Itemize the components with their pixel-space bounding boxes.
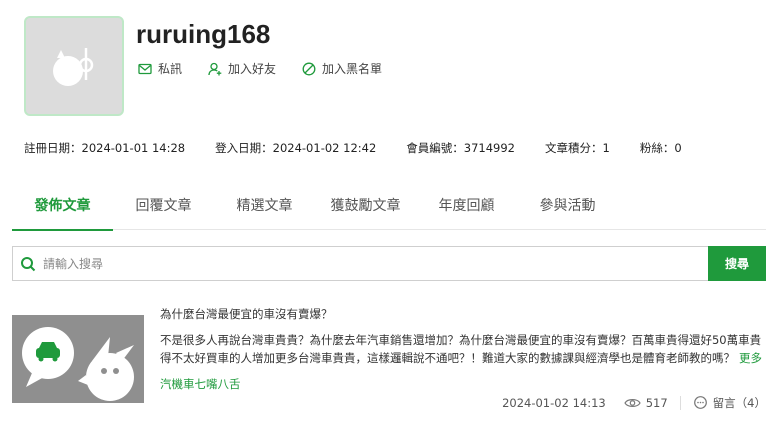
search-button[interactable]: 搜尋	[708, 246, 766, 281]
default-avatar-icon	[53, 48, 94, 86]
profile-stats: 註冊日期：2024-01-01 14:28 登入日期：2024-01-02 12…	[24, 140, 682, 156]
tab-encouraged-articles[interactable]: 獲鼓勵文章	[315, 190, 416, 229]
article-meta: 2024-01-02 14:13 517 留言（4）	[502, 395, 766, 411]
article-thumbnail[interactable]	[12, 315, 144, 403]
register-date: 註冊日期：2024-01-01 14:28	[24, 141, 186, 155]
tab-featured-articles[interactable]: 精選文章	[214, 190, 315, 229]
member-id: 會員編號：3714992	[406, 141, 515, 155]
search-icon	[13, 256, 43, 272]
eye-icon	[624, 399, 641, 407]
article-excerpt: 不是很多人再說台灣車貴貴？為什麼去年汽車銷售還增加？為什麼台灣最便宜的車沒有賣爆…	[160, 331, 768, 367]
article-date: 2024-01-02 14:13	[502, 396, 606, 410]
read-more-link[interactable]: 更多	[739, 351, 762, 365]
ban-icon	[302, 62, 316, 75]
blacklist-button[interactable]: 加入黑名單	[302, 60, 382, 77]
profile-actions: 私訊 加入好友 加入黑名單	[138, 60, 382, 77]
fans-count: 粉絲：0	[639, 141, 682, 155]
blacklist-label: 加入黑名單	[322, 62, 383, 76]
article-views: 517	[624, 396, 668, 410]
article-views-count: 517	[645, 396, 668, 410]
login-date: 登入日期：2024-01-02 12:42	[215, 141, 377, 155]
article-points: 文章積分：1	[545, 141, 610, 155]
search-input[interactable]	[43, 247, 708, 280]
user-plus-icon	[208, 62, 222, 75]
article-category-link[interactable]: 汽機車七嘴八舌	[160, 376, 241, 392]
send-message-label: 私訊	[158, 62, 183, 76]
envelope-icon	[138, 63, 152, 74]
article-comments-label: 留言（4）	[712, 396, 766, 410]
tab-replied-articles[interactable]: 回覆文章	[113, 190, 214, 229]
tab-published-articles[interactable]: 發佈文章	[12, 190, 113, 231]
add-friend-label: 加入好友	[228, 62, 277, 76]
add-friend-button[interactable]: 加入好友	[208, 60, 276, 77]
username: ruruing168	[136, 19, 271, 49]
send-message-button[interactable]: 私訊	[138, 60, 182, 77]
tab-annual-review[interactable]: 年度回顧	[416, 190, 517, 229]
search-bar: 搜尋	[12, 246, 766, 281]
avatar	[24, 16, 124, 116]
tab-activities[interactable]: 參與活動	[517, 190, 618, 229]
meta-divider	[679, 396, 681, 410]
article-excerpt-text: 不是很多人再說台灣車貴貴？為什麼去年汽車銷售還增加？為什麼台灣最便宜的車沒有賣爆…	[160, 333, 762, 365]
article-comments-link[interactable]: 留言（4）	[693, 395, 766, 411]
article-title-link[interactable]: 為什麼台灣最便宜的車沒有賣爆？	[160, 306, 333, 322]
profile-tabs: 發佈文章 回覆文章 精選文章 獲鼓勵文章 年度回顧 參與活動	[12, 190, 766, 231]
article-thumbnail-image	[12, 315, 144, 403]
chat-bubble-icon	[693, 396, 707, 409]
